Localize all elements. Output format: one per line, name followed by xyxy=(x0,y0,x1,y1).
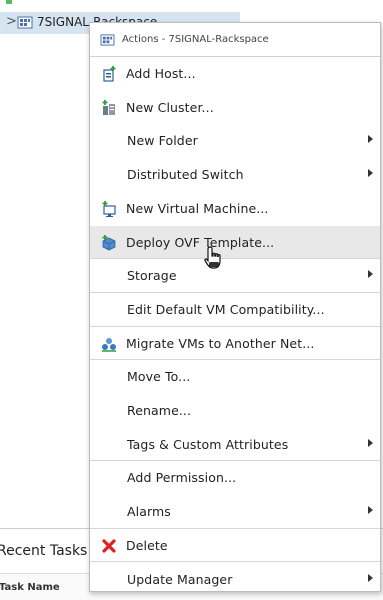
submenu-arrow-icon xyxy=(368,135,373,144)
chevron-right-icon[interactable]: > xyxy=(6,14,17,29)
menu-item-tags-custom-attributes[interactable]: Tags & Custom Attributes xyxy=(90,428,380,462)
menu-item-label: Rename... xyxy=(127,403,192,418)
migrate-network-icon xyxy=(102,337,116,352)
menu-item-storage[interactable]: Storage xyxy=(90,259,380,293)
menu-item-edit-default-vm-compatibility[interactable]: Edit Default VM Compatibility... xyxy=(90,293,380,327)
menu-item-new-folder[interactable]: New Folder xyxy=(90,124,380,158)
menu-item-delete[interactable]: Delete xyxy=(90,529,380,563)
menu-item-label: Alarms xyxy=(127,504,171,520)
submenu-arrow-icon xyxy=(368,506,373,515)
vsphere-client-screen: > 7SIGNAL-Rackspace Recent Tasks Task Na… xyxy=(0,0,383,600)
new-cluster-icon xyxy=(102,99,115,115)
submenu-arrow-icon xyxy=(368,438,373,447)
menu-item-label: New Virtual Machine... xyxy=(126,200,269,216)
menu-item-alarms[interactable]: Alarms xyxy=(90,495,380,529)
menu-item-label: Delete xyxy=(126,537,168,553)
menu-header-title: Actions - 7SIGNAL-Rackspace xyxy=(122,34,269,45)
menu-item-label: Add Permission... xyxy=(127,470,237,486)
add-host-icon xyxy=(103,66,116,82)
menu-item-update-manager[interactable]: Update Manager xyxy=(90,563,380,592)
datacenter-icon xyxy=(100,34,115,46)
menu-item-label: Move To... xyxy=(127,369,191,385)
menu-item-label: Deploy OVF Template... xyxy=(126,234,275,250)
menu-header: Actions - 7SIGNAL-Rackspace xyxy=(90,23,380,57)
menu-item-label: Add Host... xyxy=(126,66,196,81)
status-indicator xyxy=(6,0,12,4)
menu-item-label: Distributed Switch xyxy=(127,167,244,183)
submenu-arrow-icon xyxy=(368,573,373,582)
recent-tasks-title[interactable]: Recent Tasks xyxy=(0,543,87,559)
submenu-arrow-icon xyxy=(368,169,373,178)
menu-item-label: Edit Default VM Compatibility... xyxy=(127,301,325,317)
menu-item-label: Migrate VMs to Another Net... xyxy=(126,335,315,351)
delete-x-icon xyxy=(102,539,116,553)
menu-item-label: Storage xyxy=(127,268,177,284)
datacenter-icon xyxy=(17,16,33,29)
menu-item-label: New Folder xyxy=(127,133,198,149)
menu-item-label: Tags & Custom Attributes xyxy=(127,436,289,452)
menu-item-add-permission[interactable]: Add Permission... xyxy=(90,461,380,495)
menu-item-label: New Cluster... xyxy=(126,99,214,115)
menu-item-rename[interactable]: Rename... xyxy=(90,394,380,428)
menu-item-move-to[interactable]: Move To... xyxy=(90,360,380,394)
menu-item-new-cluster[interactable]: New Cluster... xyxy=(90,91,380,125)
deploy-ovf-icon xyxy=(102,234,116,250)
menu-item-label: Update Manager xyxy=(127,571,233,587)
menu-item-distributed-switch[interactable]: Distributed Switch xyxy=(90,158,380,192)
menu-item-migrate-vms[interactable]: Migrate VMs to Another Net... xyxy=(90,327,380,361)
menu-item-add-host[interactable]: Add Host... xyxy=(90,57,380,91)
actions-context-menu: Actions - 7SIGNAL-Rackspace Add Host... … xyxy=(89,22,381,592)
submenu-arrow-icon xyxy=(368,270,373,279)
menu-item-new-virtual-machine[interactable]: New Virtual Machine... xyxy=(90,192,380,226)
new-vm-icon xyxy=(102,200,116,217)
menu-item-deploy-ovf-template[interactable]: Deploy OVF Template... xyxy=(90,225,380,260)
column-task-name[interactable]: Task Name xyxy=(0,582,60,593)
